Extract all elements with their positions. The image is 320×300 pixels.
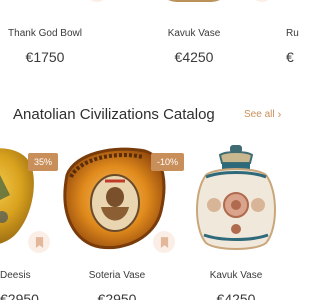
product-price: €4250 — [174, 49, 214, 65]
product-name: Soteria Vase — [88, 270, 146, 281]
product-image-kavuk-vase — [196, 145, 276, 250]
product-card-thank-god-bowl[interactable]: Thank God Bowl €1750 — [0, 0, 108, 74]
product-price: €1750 — [25, 49, 65, 65]
product-card-soteria-vase[interactable]: -10% Soteria Vase €2950 — [55, 145, 185, 300]
chevron-right-icon: › — [277, 108, 282, 121]
product-card-partial[interactable]: Ru € — [286, 0, 300, 74]
product-name: Kavuk Vase — [209, 270, 263, 281]
discount-badge: 35% — [28, 153, 59, 171]
bookmark-button[interactable] — [153, 231, 175, 253]
bookmark-button[interactable] — [86, 0, 108, 2]
product-name: Thank God Bowl — [8, 28, 82, 39]
bookmark-button[interactable] — [251, 0, 273, 2]
bookmark-icon — [35, 236, 43, 248]
product-price: € — [286, 49, 294, 65]
product-card-kavuk-vase[interactable]: Kavuk Vase €4250 — [186, 145, 286, 300]
section-title: Anatolian Civilizations Catalog — [13, 106, 215, 123]
product-price: €4250 — [216, 291, 256, 300]
product-name: Kavuk Vase — [167, 28, 221, 39]
bookmark-icon — [160, 236, 168, 248]
bookmark-button[interactable] — [28, 231, 50, 253]
discount-badge: -10% — [151, 153, 185, 171]
product-name: Ru — [286, 28, 299, 39]
product-price: €2950 — [97, 291, 137, 300]
product-image-kavuk-vase-top — [157, 0, 231, 2]
see-all-label: See all — [244, 109, 275, 120]
see-all-link[interactable]: See all › — [244, 109, 281, 120]
product-card-kavuk-vase-top[interactable]: Kavuk Vase €4250 — [139, 0, 273, 74]
product-screen: Thank God Bowl €1750 Kavuk Vase €4250 Ru… — [0, 0, 300, 300]
